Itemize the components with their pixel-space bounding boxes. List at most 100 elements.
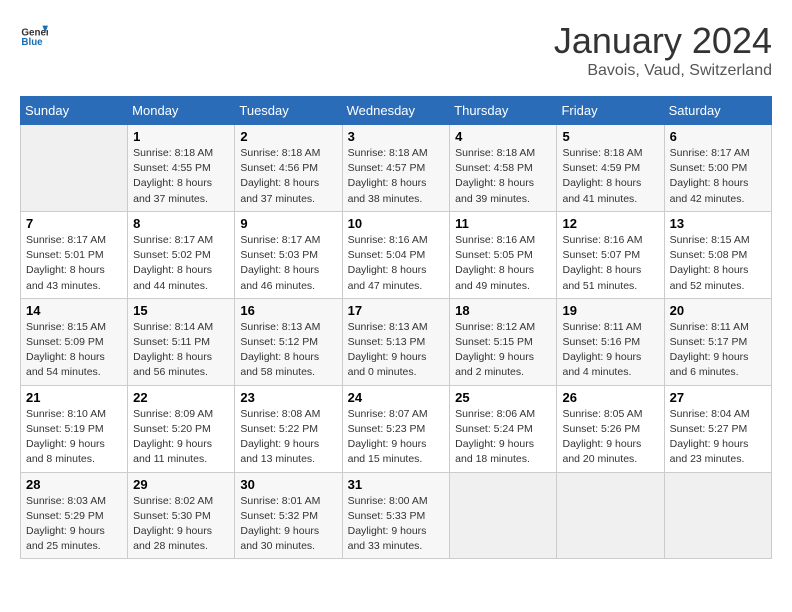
day-number: 22	[133, 390, 229, 405]
day-info: Sunrise: 8:01 AM Sunset: 5:32 PM Dayligh…	[240, 494, 336, 555]
day-info: Sunrise: 8:03 AM Sunset: 5:29 PM Dayligh…	[26, 494, 122, 555]
day-info: Sunrise: 8:13 AM Sunset: 5:12 PM Dayligh…	[240, 320, 336, 381]
calendar-week-2: 7Sunrise: 8:17 AM Sunset: 5:01 PM Daylig…	[21, 211, 772, 298]
day-info: Sunrise: 8:16 AM Sunset: 5:04 PM Dayligh…	[348, 233, 445, 294]
calendar-cell: 15Sunrise: 8:14 AM Sunset: 5:11 PM Dayli…	[128, 298, 235, 385]
calendar-cell: 23 Sunrise: 8:08 AM Sunset: 5:22 PM Dayli…	[235, 385, 342, 472]
day-number: 27	[670, 390, 766, 405]
calendar-cell	[557, 472, 664, 559]
day-info: Sunrise: 8:11 AM Sunset: 5:16 PM Dayligh…	[562, 320, 658, 381]
day-info: Sunrise: 8:17 AM Sunset: 5:01 PM Dayligh…	[26, 233, 122, 294]
calendar-cell: 8 Sunrise: 8:17 AM Sunset: 5:02 PM Daylig…	[128, 211, 235, 298]
day-number: 30	[240, 477, 336, 492]
calendar-cell: 16 Sunrise: 8:13 AM Sunset: 5:12 PM Dayli…	[235, 298, 342, 385]
day-number: 8	[133, 216, 229, 231]
weekday-header-saturday: Saturday	[664, 97, 771, 125]
day-number: 9	[240, 216, 336, 231]
day-info: Sunrise: 8:17 AM Sunset: 5:02 PM Dayligh…	[133, 233, 229, 294]
svg-text:Blue: Blue	[21, 37, 43, 48]
day-number: 12	[562, 216, 658, 231]
day-info: Sunrise: 8:09 AM Sunset: 5:20 PM Dayligh…	[133, 407, 229, 468]
weekday-header-monday: Monday	[128, 97, 235, 125]
day-number: 26	[562, 390, 658, 405]
calendar-cell: 28 Sunrise: 8:03 AM Sunset: 5:29 PM Dayli…	[21, 472, 128, 559]
weekday-header-thursday: Thursday	[450, 97, 557, 125]
calendar-cell: 1 Sunrise: 8:18 AM Sunset: 4:55 PM Daylig…	[128, 125, 235, 212]
calendar-cell: 17Sunrise: 8:13 AM Sunset: 5:13 PM Dayli…	[342, 298, 450, 385]
day-number: 17	[348, 303, 445, 318]
calendar-cell: 14 Sunrise: 8:15 AM Sunset: 5:09 PM Dayli…	[21, 298, 128, 385]
day-info: Sunrise: 8:02 AM Sunset: 5:30 PM Dayligh…	[133, 494, 229, 555]
day-info: Sunrise: 8:16 AM Sunset: 5:05 PM Dayligh…	[455, 233, 551, 294]
calendar-cell: 13 Sunrise: 8:15 AM Sunset: 5:08 PM Dayli…	[664, 211, 771, 298]
day-number: 14	[26, 303, 122, 318]
day-info: Sunrise: 8:08 AM Sunset: 5:22 PM Dayligh…	[240, 407, 336, 468]
day-info: Sunrise: 8:17 AM Sunset: 5:03 PM Dayligh…	[240, 233, 336, 294]
day-info: Sunrise: 8:18 AM Sunset: 4:59 PM Dayligh…	[562, 146, 658, 207]
calendar-table: SundayMondayTuesdayWednesdayThursdayFrid…	[20, 96, 772, 559]
calendar-cell: 22 Sunrise: 8:09 AM Sunset: 5:20 PM Dayli…	[128, 385, 235, 472]
day-number: 4	[455, 129, 551, 144]
day-number: 16	[240, 303, 336, 318]
calendar-week-3: 14 Sunrise: 8:15 AM Sunset: 5:09 PM Dayli…	[21, 298, 772, 385]
day-info: Sunrise: 8:06 AM Sunset: 5:24 PM Dayligh…	[455, 407, 551, 468]
calendar-cell: 2 Sunrise: 8:18 AM Sunset: 4:56 PM Daylig…	[235, 125, 342, 212]
calendar-cell: 21Sunrise: 8:10 AM Sunset: 5:19 PM Dayli…	[21, 385, 128, 472]
day-number: 29	[133, 477, 229, 492]
calendar-cell	[450, 472, 557, 559]
calendar-title: January 2024	[554, 20, 772, 62]
day-info: Sunrise: 8:18 AM Sunset: 4:55 PM Dayligh…	[133, 146, 229, 207]
calendar-subtitle: Bavois, Vaud, Switzerland	[554, 62, 772, 80]
calendar-cell: 5 Sunrise: 8:18 AM Sunset: 4:59 PM Daylig…	[557, 125, 664, 212]
day-number: 28	[26, 477, 122, 492]
day-info: Sunrise: 8:18 AM Sunset: 4:56 PM Dayligh…	[240, 146, 336, 207]
page-header: General Blue January 2024 Bavois, Vaud, …	[20, 20, 772, 80]
day-number: 18	[455, 303, 551, 318]
day-info: Sunrise: 8:11 AM Sunset: 5:17 PM Dayligh…	[670, 320, 766, 381]
day-number: 6	[670, 129, 766, 144]
day-info: Sunrise: 8:17 AM Sunset: 5:00 PM Dayligh…	[670, 146, 766, 207]
calendar-cell: 29 Sunrise: 8:02 AM Sunset: 5:30 PM Dayli…	[128, 472, 235, 559]
calendar-cell: 31Sunrise: 8:00 AM Sunset: 5:33 PM Dayli…	[342, 472, 450, 559]
weekday-header-row: SundayMondayTuesdayWednesdayThursdayFrid…	[21, 97, 772, 125]
day-info: Sunrise: 8:00 AM Sunset: 5:33 PM Dayligh…	[348, 494, 445, 555]
calendar-cell: 30 Sunrise: 8:01 AM Sunset: 5:32 PM Dayli…	[235, 472, 342, 559]
calendar-cell: 26Sunrise: 8:05 AM Sunset: 5:26 PM Dayli…	[557, 385, 664, 472]
day-info: Sunrise: 8:14 AM Sunset: 5:11 PM Dayligh…	[133, 320, 229, 381]
day-info: Sunrise: 8:16 AM Sunset: 5:07 PM Dayligh…	[562, 233, 658, 294]
day-info: Sunrise: 8:18 AM Sunset: 4:58 PM Dayligh…	[455, 146, 551, 207]
day-number: 20	[670, 303, 766, 318]
logo: General Blue	[20, 20, 48, 48]
day-number: 19	[562, 303, 658, 318]
calendar-cell: 20 Sunrise: 8:11 AM Sunset: 5:17 PM Dayli…	[664, 298, 771, 385]
day-info: Sunrise: 8:07 AM Sunset: 5:23 PM Dayligh…	[348, 407, 445, 468]
calendar-cell: 6 Sunrise: 8:17 AM Sunset: 5:00 PM Daylig…	[664, 125, 771, 212]
day-info: Sunrise: 8:15 AM Sunset: 5:08 PM Dayligh…	[670, 233, 766, 294]
calendar-week-4: 21Sunrise: 8:10 AM Sunset: 5:19 PM Dayli…	[21, 385, 772, 472]
calendar-cell	[664, 472, 771, 559]
calendar-week-5: 28 Sunrise: 8:03 AM Sunset: 5:29 PM Dayli…	[21, 472, 772, 559]
day-number: 10	[348, 216, 445, 231]
calendar-cell	[21, 125, 128, 212]
day-number: 24	[348, 390, 445, 405]
calendar-cell: 25Sunrise: 8:06 AM Sunset: 5:24 PM Dayli…	[450, 385, 557, 472]
day-number: 1	[133, 129, 229, 144]
day-number: 5	[562, 129, 658, 144]
logo-icon: General Blue	[20, 20, 48, 48]
weekday-header-friday: Friday	[557, 97, 664, 125]
day-info: Sunrise: 8:15 AM Sunset: 5:09 PM Dayligh…	[26, 320, 122, 381]
title-area: January 2024 Bavois, Vaud, Switzerland	[554, 20, 772, 80]
day-number: 21	[26, 390, 122, 405]
day-number: 2	[240, 129, 336, 144]
calendar-week-1: 1 Sunrise: 8:18 AM Sunset: 4:55 PM Daylig…	[21, 125, 772, 212]
day-number: 11	[455, 216, 551, 231]
calendar-cell: 24 Sunrise: 8:07 AM Sunset: 5:23 PM Dayli…	[342, 385, 450, 472]
day-number: 3	[348, 129, 445, 144]
calendar-cell: 19 Sunrise: 8:11 AM Sunset: 5:16 PM Dayli…	[557, 298, 664, 385]
day-info: Sunrise: 8:12 AM Sunset: 5:15 PM Dayligh…	[455, 320, 551, 381]
day-number: 13	[670, 216, 766, 231]
day-number: 23	[240, 390, 336, 405]
calendar-cell: 9 Sunrise: 8:17 AM Sunset: 5:03 PM Daylig…	[235, 211, 342, 298]
calendar-cell: 27Sunrise: 8:04 AM Sunset: 5:27 PM Dayli…	[664, 385, 771, 472]
calendar-cell: 11 Sunrise: 8:16 AM Sunset: 5:05 PM Dayli…	[450, 211, 557, 298]
